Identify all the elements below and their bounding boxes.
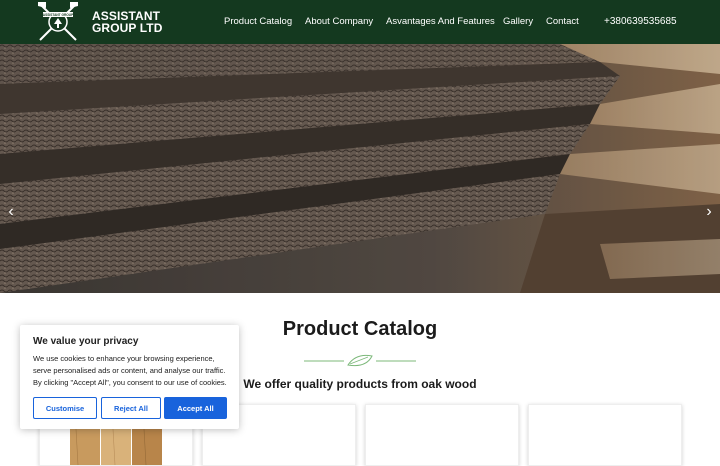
product-card[interactable]	[528, 404, 682, 466]
brand-name[interactable]: ASSISTANT GROUP LTD	[92, 10, 202, 34]
leaf-divider	[304, 354, 416, 367]
accept-all-button[interactable]: Accept All	[164, 397, 227, 419]
product-image	[70, 429, 162, 465]
site-header: ASSISTANT GROUP ASSISTANT GROUP LTD Prod…	[0, 0, 720, 44]
nav-about-company[interactable]: About Company	[305, 16, 373, 27]
cookie-title: We value your privacy	[33, 336, 139, 347]
leaf-icon	[347, 354, 373, 367]
cookie-consent-dialog: We value your privacy We use cookies to …	[20, 325, 239, 429]
phone-number[interactable]: +380639535685	[604, 16, 677, 27]
chevron-left-icon: ‹	[8, 203, 14, 220]
logo-icon[interactable]: ASSISTANT GROUP	[34, 0, 82, 44]
product-card[interactable]	[365, 404, 519, 466]
hero-image	[0, 44, 720, 293]
reject-all-button[interactable]: Reject All	[101, 397, 161, 419]
nav-contact[interactable]: Contact	[546, 16, 579, 27]
nav-product-catalog[interactable]: Product Catalog	[224, 16, 292, 27]
logo-text: ASSISTANT GROUP	[43, 13, 74, 17]
chevron-right-icon: ›	[706, 203, 712, 220]
cookie-description: We use cookies to enhance your browsing …	[33, 354, 227, 387]
customise-button[interactable]: Customise	[33, 397, 97, 419]
hero-slider: ‹ ›	[0, 44, 720, 293]
slider-prev-button[interactable]: ‹	[5, 204, 17, 220]
nav-gallery[interactable]: Gallery	[503, 16, 533, 27]
slider-next-button[interactable]: ›	[703, 204, 715, 220]
nav-advantages-features[interactable]: Asvantages And Features	[386, 16, 495, 27]
